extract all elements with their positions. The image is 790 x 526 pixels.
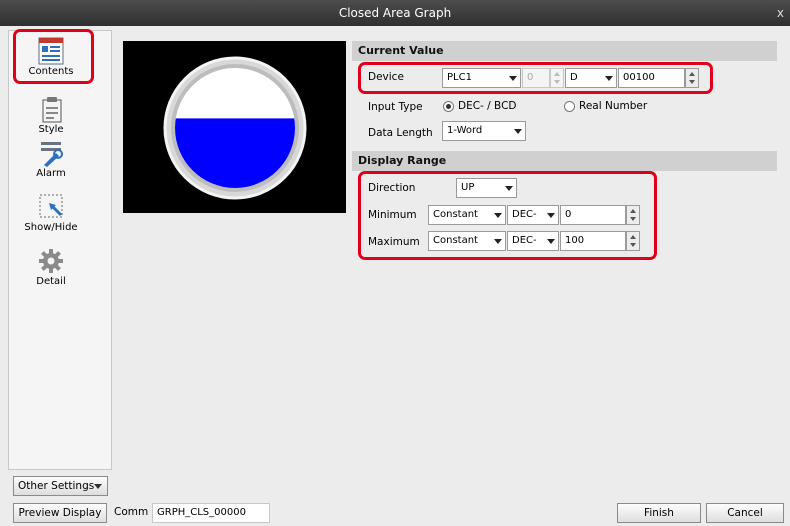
cancel-button[interactable]: Cancel [706,503,784,523]
closed-area-gauge [163,56,307,200]
sidebar-item-show-hide[interactable]: Show/Hide [9,193,93,233]
sidebar: Contents Style Alarm Show/Hide Detail [8,30,112,470]
title-bar: Closed Area Graph x [0,0,790,26]
display-range-highlight [358,171,657,260]
chevron-down-icon [94,484,102,489]
input-type-real-label: Real Number [579,100,648,112]
style-icon [36,95,66,123]
gear-icon [36,247,66,275]
input-type-label: Input Type [368,101,423,113]
input-type-real-radio[interactable] [564,101,575,112]
close-button[interactable]: x [777,0,784,26]
sidebar-item-label: Alarm [36,168,66,179]
sidebar-item-style[interactable]: Style [9,95,93,135]
finish-button[interactable]: Finish [617,503,701,523]
window-title: Closed Area Graph [338,6,452,20]
comm-label: Comm [114,506,149,518]
data-length-label: Data Length [368,127,433,139]
alarm-icon [36,139,66,167]
display-range-header: Display Range [352,151,777,171]
bottom-bar: Preview Display Comm GRPH_CLS_00000 Fini… [0,496,790,526]
contents-highlight [13,29,94,84]
input-type-dec-label: DEC- / BCD [458,100,517,112]
sidebar-item-label: Style [38,124,64,135]
device-highlight [358,62,713,94]
sidebar-item-label: Detail [36,276,66,287]
preview-display-button[interactable]: Preview Display [13,503,107,523]
comm-field[interactable]: GRPH_CLS_00000 [152,503,270,523]
sidebar-item-alarm[interactable]: Alarm [9,139,93,179]
data-length-select[interactable]: 1-Word [442,121,526,141]
current-value-header: Current Value [352,41,777,61]
sidebar-item-label: Show/Hide [24,222,78,233]
input-type-dec-radio[interactable] [443,101,454,112]
sidebar-item-detail[interactable]: Detail [9,247,93,287]
graph-preview [123,41,346,213]
show-hide-icon [36,193,66,221]
other-settings-label: Other Settings [18,480,95,492]
other-settings-dropdown[interactable]: Other Settings [13,476,108,496]
